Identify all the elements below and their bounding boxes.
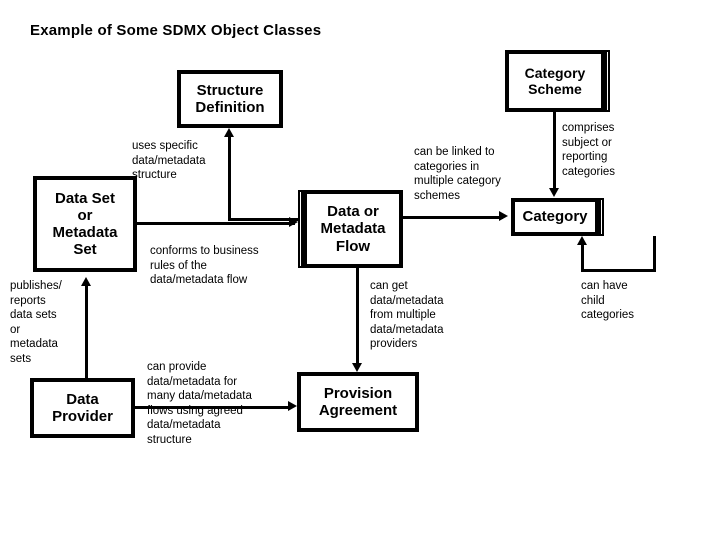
edge-flow-to-structure-hline bbox=[228, 218, 300, 221]
page-title: Example of Some SDMX Object Classes bbox=[30, 22, 322, 39]
node-category-label: Category bbox=[522, 208, 588, 226]
edge-flow-to-provision-arrowhead bbox=[352, 363, 362, 372]
node-provision-agreement-label: Provision Agreement bbox=[318, 384, 398, 419]
edge-category-selfloop-left-vline bbox=[581, 244, 584, 272]
node-data-set-or-metadata-set[interactable]: Data Set or Metadata Set bbox=[33, 176, 137, 272]
node-category-scheme-label: Category Scheme bbox=[524, 64, 586, 97]
node-data-or-metadata-flow-label: Data or Metadata Flow bbox=[320, 203, 386, 255]
edge-flow-to-category-line bbox=[403, 216, 503, 219]
node-category[interactable]: Category bbox=[511, 198, 604, 236]
edge-flow-to-category-arrowhead bbox=[499, 211, 508, 221]
node-structure-definition-label: Structure Definition bbox=[195, 81, 265, 116]
edge-label-can-get-from-providers: can get data/metadata from multiple data… bbox=[370, 280, 444, 351]
node-data-or-metadata-flow[interactable]: Data or Metadata Flow bbox=[298, 190, 403, 268]
node-data-set-or-metadata-set-label: Data Set or Metadata Set bbox=[52, 189, 118, 259]
edge-label-conforms-to-business-rules: conforms to business rules of the data/m… bbox=[150, 245, 259, 287]
edge-label-can-have-child: can have child categories bbox=[581, 280, 635, 322]
edge-dataset-to-flow-line bbox=[137, 222, 295, 225]
edge-label-can-provide: can provide data/metadata for many data/… bbox=[147, 361, 252, 446]
node-category-scheme[interactable]: Category Scheme bbox=[505, 50, 610, 112]
edge-scheme-to-category-arrowhead bbox=[549, 188, 559, 197]
node-data-provider-label: Data Provider bbox=[52, 390, 113, 425]
node-structure-definition[interactable]: Structure Definition bbox=[177, 70, 283, 128]
edge-label-publishes-reports: publishes/ reports data sets or metadata… bbox=[10, 280, 62, 365]
edge-label-uses-specific-structure: uses specific data/metadata structure bbox=[132, 140, 206, 182]
edge-category-selfloop-hline bbox=[581, 269, 656, 272]
edge-flow-to-provision-line bbox=[356, 268, 359, 365]
diagram-canvas: Example of Some SDMX Object Classes Stru… bbox=[0, 0, 720, 540]
edge-flow-to-structure-arrowhead bbox=[224, 128, 234, 137]
edge-label-can-be-linked: can be linked to categories in multiple … bbox=[414, 146, 501, 202]
edge-category-selfloop-right-vline bbox=[653, 236, 656, 272]
edge-label-comprises: comprises subject or reporting categorie… bbox=[562, 122, 616, 178]
edge-category-selfloop-arrowhead bbox=[577, 236, 587, 245]
edge-scheme-to-category-line bbox=[553, 112, 556, 190]
node-provision-agreement[interactable]: Provision Agreement bbox=[297, 372, 419, 432]
node-data-provider[interactable]: Data Provider bbox=[30, 378, 135, 438]
